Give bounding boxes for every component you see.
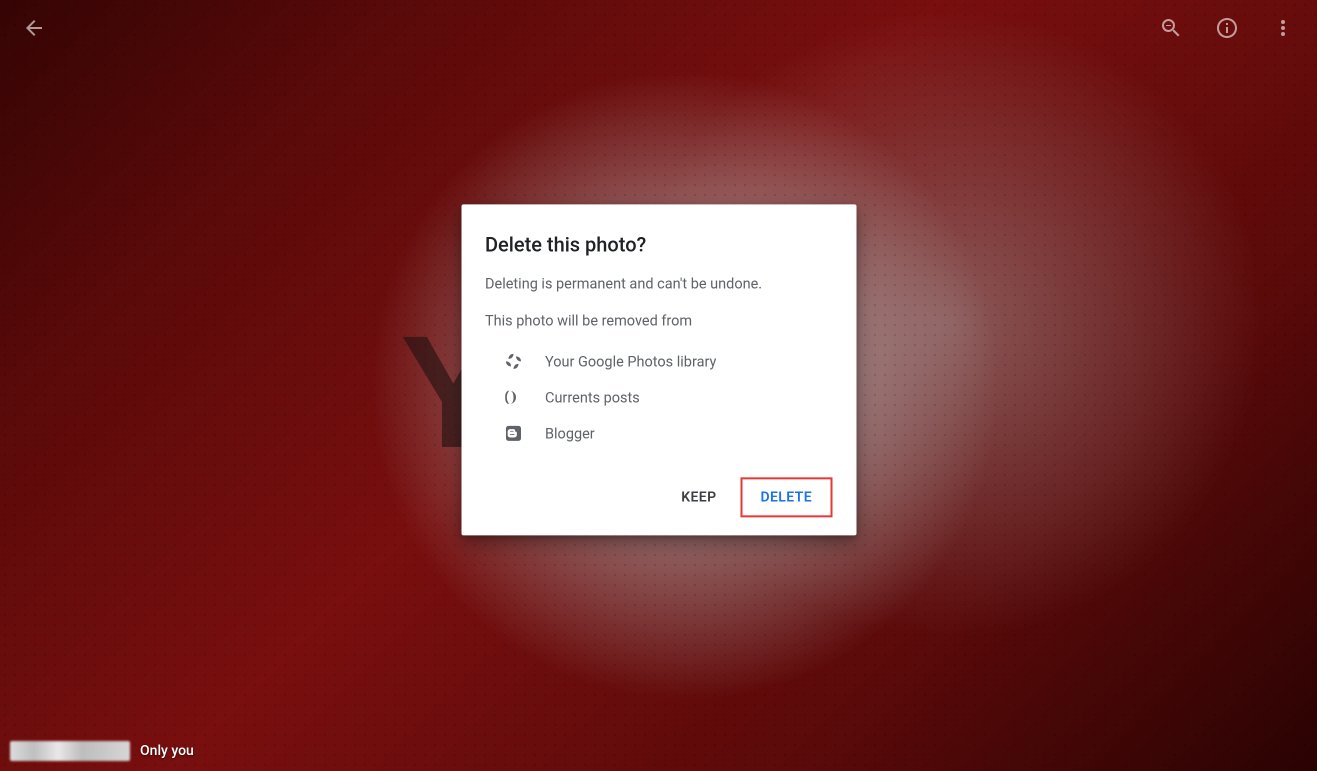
info-button[interactable]	[1213, 14, 1241, 42]
blogger-icon	[503, 424, 523, 444]
photo-viewer-toolbar	[0, 0, 1317, 56]
removed-from-item: Blogger	[485, 416, 832, 452]
visibility-label: Only you	[140, 743, 194, 759]
back-button[interactable]	[20, 14, 48, 42]
removed-from-label: Blogger	[545, 425, 595, 442]
keep-button[interactable]: KEEP	[665, 478, 732, 518]
removed-from-list: Your Google Photos library Currents post…	[485, 344, 832, 452]
owner-avatar-blurred	[10, 741, 130, 761]
dialog-removed-from-label: This photo will be removed from	[485, 313, 832, 330]
delete-button[interactable]: DELETE	[744, 482, 828, 514]
more-options-button[interactable]	[1269, 14, 1297, 42]
delete-button-highlight: DELETE	[740, 478, 832, 518]
currents-icon	[503, 388, 523, 408]
info-icon	[1215, 16, 1239, 40]
dialog-actions: KEEP DELETE	[485, 472, 832, 528]
zoom-out-icon	[1159, 16, 1183, 40]
removed-from-label: Currents posts	[545, 389, 640, 406]
zoom-out-button[interactable]	[1157, 14, 1185, 42]
dialog-warning: Deleting is permanent and can't be undon…	[485, 274, 832, 294]
removed-from-label: Your Google Photos library	[545, 353, 716, 370]
arrow-back-icon	[22, 16, 46, 40]
removed-from-item: Currents posts	[485, 380, 832, 416]
dialog-title: Delete this photo?	[485, 232, 832, 256]
more-vert-icon	[1271, 16, 1295, 40]
removed-from-item: Your Google Photos library	[485, 344, 832, 380]
share-visibility-strip[interactable]: Only you	[0, 741, 194, 761]
delete-photo-dialog: Delete this photo? Deleting is permanent…	[461, 204, 856, 535]
google-photos-icon	[503, 352, 523, 372]
